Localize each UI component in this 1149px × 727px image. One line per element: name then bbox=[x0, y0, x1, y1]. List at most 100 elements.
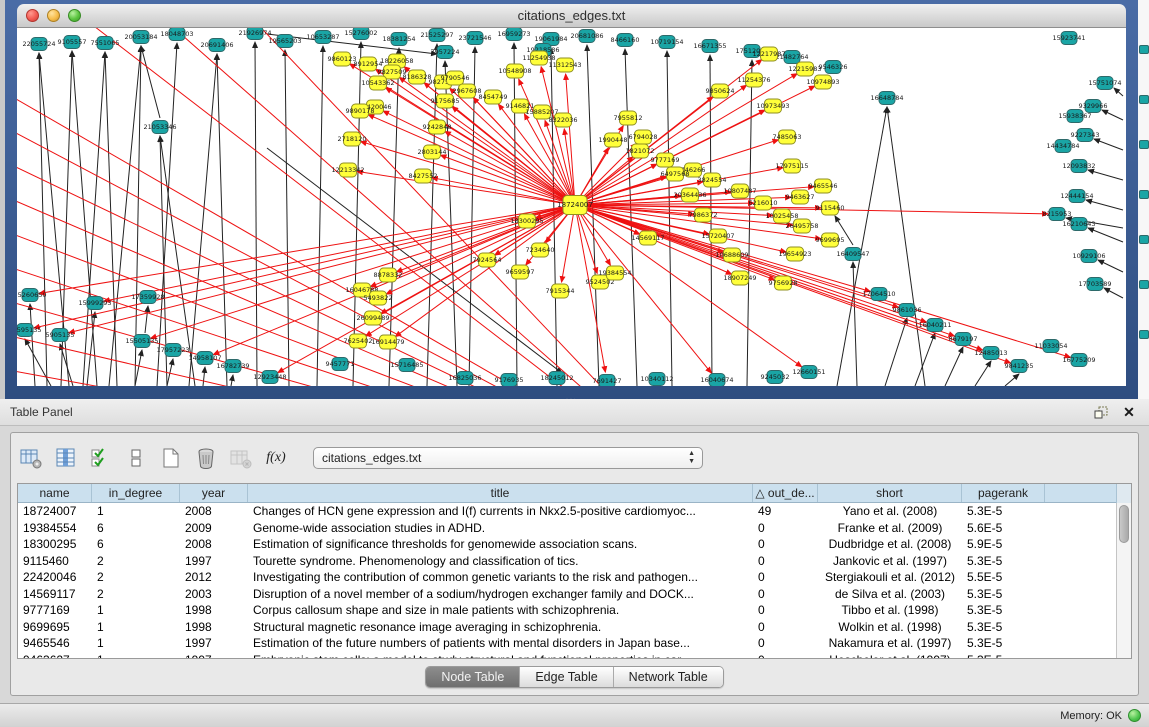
graph-node-label: 10807487 bbox=[723, 187, 756, 195]
table-cell: 14569117 bbox=[18, 586, 92, 603]
graph-edge bbox=[885, 318, 907, 386]
network-canvas[interactable]: 2205572491055577551065200531841804870320… bbox=[17, 28, 1126, 386]
background-graph-node bbox=[1139, 95, 1149, 104]
table-cell: 49 bbox=[753, 503, 818, 520]
dropdown-arrows-icon: ▲▼ bbox=[688, 450, 695, 466]
table-row[interactable]: 1872400712008Changes of HCN gene express… bbox=[18, 503, 1131, 520]
graph-edge bbox=[141, 46, 160, 118]
table-cell: 5.3E-5 bbox=[962, 503, 1045, 520]
graph-node-label: 16775209 bbox=[1062, 356, 1095, 364]
graph-node-label: 26495758 bbox=[785, 222, 818, 230]
graph-node-label: 9860123 bbox=[328, 55, 357, 63]
graph-node-label: 9841235 bbox=[1005, 362, 1034, 370]
row-height-icon[interactable] bbox=[124, 447, 148, 469]
scrollbar-thumb[interactable] bbox=[1119, 505, 1129, 543]
background-graph-node bbox=[1139, 280, 1149, 289]
window-titlebar[interactable]: citations_edges.txt bbox=[17, 4, 1126, 28]
graph-node-label: 15885207 bbox=[525, 108, 558, 116]
new-file-icon[interactable] bbox=[159, 447, 183, 469]
column-header-pagerank[interactable]: pagerank bbox=[962, 484, 1045, 502]
table-cell: Disruption of a novel member of a sodium… bbox=[248, 586, 753, 603]
graph-edge bbox=[105, 52, 117, 386]
table-panel-body: f(x) citations_edges.txt ▲▼ namein_degre… bbox=[10, 432, 1139, 696]
graph-edge bbox=[25, 339, 51, 386]
table-row[interactable]: 1938455462009Genome-wide association stu… bbox=[18, 520, 1131, 537]
table-cell: 9465546 bbox=[18, 635, 92, 652]
table-row[interactable]: 911546021997Tourette syndrome. Phenomeno… bbox=[18, 553, 1131, 570]
table-cell: 0 bbox=[753, 520, 818, 537]
network-graph[interactable]: 2205572491055577551065200531841804870320… bbox=[17, 28, 1125, 386]
graph-node-label: 8878332 bbox=[374, 271, 403, 279]
column-header-name[interactable]: name bbox=[18, 484, 92, 502]
graph-node-label: 9457771 bbox=[326, 360, 355, 368]
graph-node-label: 10688609 bbox=[715, 251, 748, 259]
graph-edge bbox=[247, 28, 707, 386]
table-cell: 5.3E-5 bbox=[962, 619, 1045, 636]
graph-edge bbox=[1088, 228, 1123, 242]
tab-network-table[interactable]: Network Table bbox=[613, 667, 723, 687]
graph-node-label: 26099489 bbox=[356, 314, 389, 322]
import-table-icon[interactable] bbox=[229, 447, 253, 469]
graph-node-label: 9176935 bbox=[495, 376, 524, 384]
graph-node-label: 7691427 bbox=[593, 377, 622, 385]
table-cell: 1997 bbox=[180, 652, 248, 660]
table-row[interactable]: 946554611997Estimation of the future num… bbox=[18, 635, 1131, 652]
graph-edge bbox=[427, 44, 437, 386]
graph-node-label: 16671355 bbox=[693, 42, 726, 50]
graph-node-label: 9227343 bbox=[1071, 131, 1100, 139]
table-options-icon[interactable] bbox=[19, 447, 43, 469]
table-cell: 1 bbox=[92, 619, 180, 636]
graph-node-label: 19384554 bbox=[598, 269, 631, 277]
graph-node-label: 14958107 bbox=[188, 354, 221, 362]
memory-ok-indicator-icon bbox=[1128, 709, 1141, 722]
zoom-window-icon[interactable] bbox=[68, 9, 81, 22]
graph-node-label: 21926974 bbox=[238, 29, 271, 37]
table-cell: 0 bbox=[753, 602, 818, 619]
graph-edge bbox=[395, 205, 575, 337]
float-panel-icon[interactable] bbox=[1091, 404, 1111, 420]
table-row[interactable]: 946362711997Embryonic stem cells: a mode… bbox=[18, 652, 1131, 660]
close-panel-icon[interactable]: ✕ bbox=[1119, 404, 1139, 420]
table-panel-title: Table Panel bbox=[10, 405, 73, 419]
table-cell: Dudbridge et al. (2008) bbox=[818, 536, 962, 553]
graph-node-label: 23721546 bbox=[458, 34, 491, 42]
function-builder-icon[interactable]: f(x) bbox=[264, 447, 288, 469]
table-select-dropdown[interactable]: citations_edges.txt ▲▼ bbox=[313, 447, 703, 469]
graph-node-label: 7485063 bbox=[773, 133, 802, 141]
graph-edge bbox=[317, 46, 323, 386]
graph-node-label: 18245012 bbox=[540, 374, 573, 382]
graph-node-label: 22055724 bbox=[22, 40, 55, 48]
column-header-short[interactable]: short bbox=[818, 484, 962, 502]
table-cell: 9463627 bbox=[18, 652, 92, 660]
select-columns-icon[interactable] bbox=[54, 447, 78, 469]
table-row[interactable]: 1456911722003Disruption of a novel membe… bbox=[18, 586, 1131, 603]
network-view-window[interactable]: citations_edges.txt 22055724910555775510… bbox=[5, 0, 1138, 399]
column-header-title[interactable]: title bbox=[248, 484, 753, 502]
minimize-window-icon[interactable] bbox=[47, 9, 60, 22]
select-all-icon[interactable] bbox=[89, 447, 113, 469]
graph-node-label: 16210643 bbox=[1062, 220, 1095, 228]
delete-table-icon[interactable] bbox=[194, 447, 218, 469]
column-header-out_de[interactable]: △ out_de... bbox=[753, 484, 818, 502]
table-row[interactable]: 977716911998Corpus callosum shape and si… bbox=[18, 602, 1131, 619]
table-row[interactable]: 969969511998Structural magnetic resonanc… bbox=[18, 619, 1131, 636]
vertical-scrollbar[interactable] bbox=[1116, 503, 1131, 658]
graph-edge bbox=[72, 51, 97, 386]
column-header-year[interactable]: year bbox=[180, 484, 248, 502]
table-row[interactable]: 2242004622012Investigating the contribut… bbox=[18, 569, 1131, 586]
graph-node-label: 16825036 bbox=[448, 374, 481, 382]
table-header-corner bbox=[1116, 484, 1131, 503]
graph-node-label: 7957224 bbox=[431, 48, 460, 56]
background-window-strip bbox=[1137, 0, 1149, 399]
tab-edge-table[interactable]: Edge Table bbox=[519, 667, 612, 687]
column-header-in_degree[interactable]: in_degree bbox=[92, 484, 180, 502]
graph-edge bbox=[575, 205, 954, 336]
graph-node-label: 11254938 bbox=[522, 54, 555, 62]
table-cell: Changes of HCN gene expression and I(f) … bbox=[248, 503, 753, 520]
graph-node-label: 19654923 bbox=[778, 250, 811, 258]
table-cell: 1 bbox=[92, 652, 180, 660]
table-cell: 22420046 bbox=[18, 569, 92, 586]
close-window-icon[interactable] bbox=[26, 9, 39, 22]
tab-node-table[interactable]: Node Table bbox=[426, 667, 519, 687]
table-row[interactable]: 1830029562008Estimation of significance … bbox=[18, 536, 1131, 553]
